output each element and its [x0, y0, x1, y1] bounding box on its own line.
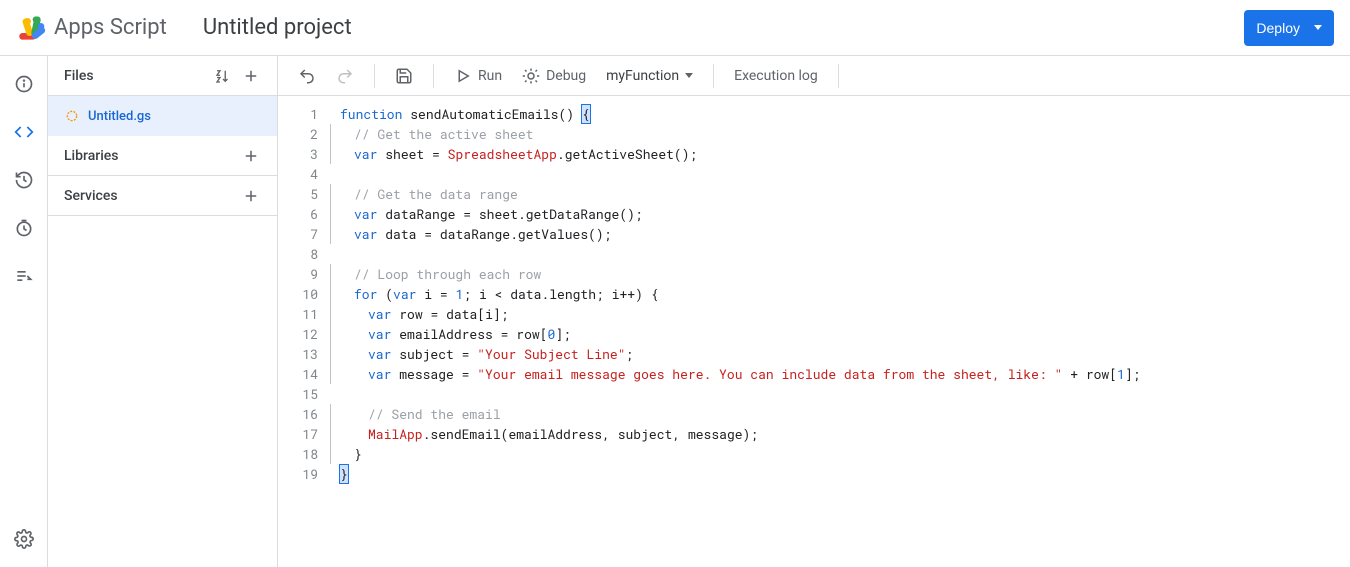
add-service-button[interactable]: [237, 182, 265, 210]
redo-button[interactable]: [328, 60, 362, 92]
caret-down-icon: [685, 73, 693, 78]
rail-project-settings[interactable]: [12, 264, 36, 288]
history-icon: [14, 170, 34, 190]
save-button[interactable]: [387, 60, 421, 92]
play-icon: [454, 67, 472, 85]
plus-icon: [242, 67, 260, 85]
undo-icon: [298, 67, 316, 85]
separator: [374, 64, 375, 88]
files-panel: Files Untitled.gs Libraries Services: [48, 56, 278, 567]
plus-icon: [242, 147, 260, 165]
rail-executions[interactable]: [12, 168, 36, 192]
left-icon-rail: [0, 56, 48, 567]
code-editor[interactable]: 12345678910111213141516171819 function s…: [278, 96, 1350, 567]
product-logo[interactable]: Apps Script: [16, 13, 167, 43]
sort-az-icon: [214, 67, 232, 85]
gs-file-icon: [64, 108, 80, 124]
rail-settings[interactable]: [12, 527, 36, 551]
sort-files-button[interactable]: [209, 62, 237, 90]
deploy-label: Deploy: [1256, 20, 1300, 36]
line-number-gutter: 12345678910111213141516171819: [278, 104, 326, 567]
undo-button[interactable]: [290, 60, 324, 92]
add-library-button[interactable]: [237, 142, 265, 170]
rail-overview[interactable]: [12, 72, 36, 96]
clock-icon: [14, 218, 34, 238]
services-header: Services: [48, 176, 277, 216]
apps-script-logo-icon: [16, 13, 46, 43]
editor-area: Run Debug myFunction Execution log 12345…: [278, 56, 1350, 567]
function-selector[interactable]: myFunction: [598, 60, 701, 92]
services-label: Services: [64, 188, 237, 204]
rail-editor[interactable]: [12, 120, 36, 144]
deploy-button[interactable]: Deploy: [1244, 10, 1334, 46]
code-lines[interactable]: function sendAutomaticEmails() {// Get t…: [326, 104, 1350, 567]
separator: [433, 64, 434, 88]
code-icon: [14, 122, 34, 142]
gear-icon: [14, 529, 34, 549]
file-name: Untitled.gs: [88, 109, 151, 124]
libraries-label: Libraries: [64, 148, 237, 164]
execution-log-button[interactable]: Execution log: [726, 60, 826, 92]
file-item-untitled[interactable]: Untitled.gs: [48, 96, 277, 136]
files-header: Files: [48, 56, 277, 96]
add-file-button[interactable]: [237, 62, 265, 90]
project-title[interactable]: Untitled project: [203, 15, 352, 40]
caret-down-icon: [1314, 25, 1322, 30]
info-icon: [14, 74, 34, 94]
files-label: Files: [64, 68, 209, 84]
separator: [713, 64, 714, 88]
execution-log-label: Execution log: [734, 68, 818, 84]
product-name: Apps Script: [54, 15, 167, 40]
redo-icon: [336, 67, 354, 85]
rail-triggers[interactable]: [12, 216, 36, 240]
list-icon: [14, 266, 34, 286]
separator: [838, 64, 839, 88]
selected-function: myFunction: [606, 68, 679, 84]
debug-label: Debug: [546, 68, 586, 84]
run-label: Run: [478, 68, 502, 84]
save-icon: [395, 67, 413, 85]
app-header: Apps Script Untitled project Deploy: [0, 0, 1350, 56]
debug-icon: [522, 67, 540, 85]
editor-toolbar: Run Debug myFunction Execution log: [278, 56, 1350, 96]
libraries-header: Libraries: [48, 136, 277, 176]
plus-icon: [242, 187, 260, 205]
debug-button[interactable]: Debug: [514, 60, 594, 92]
run-button[interactable]: Run: [446, 60, 510, 92]
